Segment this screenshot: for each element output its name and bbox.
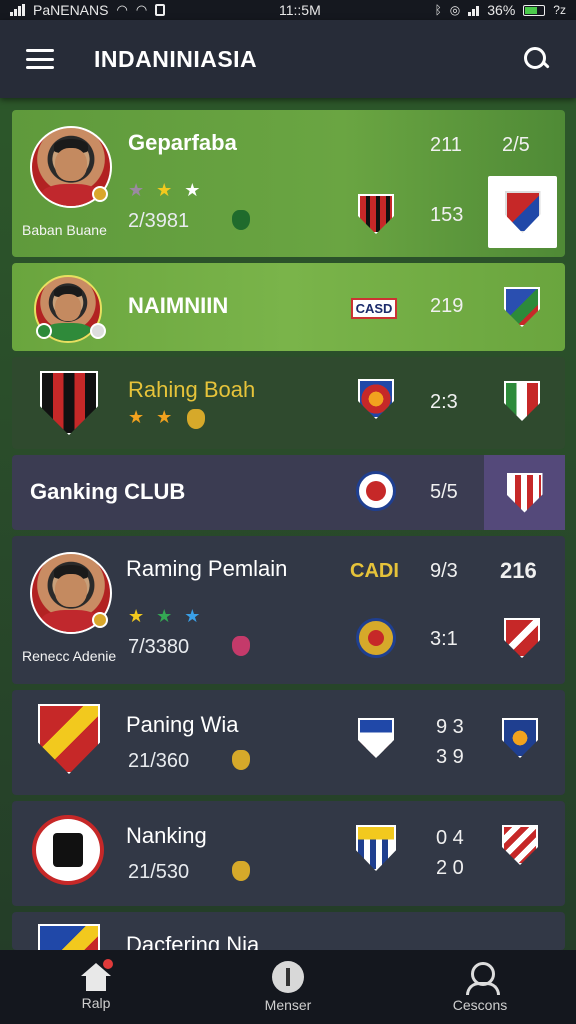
nav-profile[interactable]: Cescons <box>420 961 540 1013</box>
nav-label: Menser <box>264 997 312 1013</box>
info-icon <box>272 961 304 993</box>
person-icon <box>464 961 500 995</box>
nav-home[interactable]: Ralp <box>36 959 156 1011</box>
rank-badge-icon <box>92 186 108 202</box>
rank-badge-icon <box>92 612 108 628</box>
player-name: Raming Pemlain <box>126 556 288 581</box>
stat-value: 3 9 <box>436 746 464 768</box>
shield-icon <box>232 636 250 656</box>
club-crest-icon <box>32 815 104 885</box>
stat-value: 9/3 <box>430 560 458 582</box>
list-item[interactable]: Paning Wia 21/360 9 3 3 9 <box>12 690 565 795</box>
club-crest-icon <box>502 718 538 758</box>
stat-value: 219 <box>430 295 464 317</box>
nav-menu[interactable]: Menser <box>228 961 348 1013</box>
battery-icon <box>523 4 546 16</box>
stat-value: 9 3 <box>436 716 464 738</box>
club-crest-icon: CASD <box>350 291 398 325</box>
battery-percent: 36% <box>487 2 516 18</box>
club-tag: CADI <box>350 560 399 582</box>
club-crest-icon <box>358 194 394 234</box>
list-item[interactable]: Rahing Boah ★★ 2:3 <box>12 357 565 449</box>
status-bar: PaNENANS ◠ ◠ 11::5M ᛒ ◎ 36% ?z <box>0 0 576 20</box>
club-crest-icon <box>40 371 98 435</box>
list-item[interactable]: Dacfering Nia <box>12 912 565 950</box>
club-crest-text: CASD <box>350 297 398 319</box>
club-logo-card[interactable] <box>484 455 565 530</box>
club-crest-icon <box>504 381 540 421</box>
list-item[interactable]: NAIMNIIN CASD 219 <box>12 263 565 351</box>
stat-value: 2/5 <box>502 134 530 156</box>
shield-icon <box>232 861 250 881</box>
list-item[interactable]: Baban Buane Geparfaba ★★★ 2/3981 211 2/5… <box>12 110 565 257</box>
stat-value: 2 0 <box>436 857 464 879</box>
club-crest-icon <box>358 718 394 758</box>
player-name: Geparfaba <box>128 130 237 155</box>
rating-stars: ★★★ <box>128 180 213 200</box>
club-crest-icon <box>506 472 543 513</box>
player-caption: Baban Buane <box>22 222 107 238</box>
notification-dot <box>103 959 113 969</box>
carrier-label: PaNENANS <box>33 2 109 18</box>
nav-label: Cescons <box>452 997 508 1013</box>
stat-value: 0 4 <box>436 827 464 849</box>
stat-value: 5/5 <box>430 481 458 503</box>
stat-value: 2:3 <box>430 391 458 413</box>
signal-icon <box>10 4 25 16</box>
club-score: 21/360 <box>128 750 190 772</box>
club-crest-icon <box>38 704 100 774</box>
stat-value: 216 <box>500 558 537 583</box>
club-score: 21/530 <box>128 861 190 883</box>
sim-icon <box>155 4 166 16</box>
status-time: 11::5M <box>278 2 321 18</box>
club-crest-icon <box>38 924 100 950</box>
club-crest-icon <box>358 379 394 419</box>
club-logo-card[interactable] <box>488 176 557 248</box>
club-crest-icon <box>356 471 396 511</box>
page-title: INDANINIASIA <box>94 45 258 72</box>
wifi-icon: ◠ <box>116 2 128 17</box>
wifi-icon-2: ◠ <box>135 2 148 17</box>
club-crest-icon <box>356 618 396 658</box>
player-caption: Renecc Adenie <box>22 648 117 664</box>
list-item[interactable]: Nanking 21/530 0 4 2 0 <box>12 801 565 906</box>
club-name: Paning Wia <box>126 712 239 737</box>
player-score: 2/3981 <box>128 210 190 232</box>
player-name: NAIMNIIN <box>128 293 229 318</box>
status-extra: ?z <box>553 3 566 17</box>
stat-value: 153 <box>430 204 464 226</box>
club-crest-icon <box>504 618 540 658</box>
location-icon: ◎ <box>449 3 461 17</box>
search-icon[interactable] <box>522 45 550 73</box>
club-name: Ganking CLUB <box>30 479 186 504</box>
rank-badge-icon <box>36 323 52 339</box>
verified-badge-icon <box>90 323 106 339</box>
club-crest-icon <box>504 287 540 327</box>
player-score: 7/3380 <box>128 636 190 658</box>
menu-icon[interactable] <box>26 49 54 69</box>
rating-stars: ★★ <box>128 407 185 427</box>
club-crest-icon <box>502 825 538 865</box>
list-item[interactable]: Ganking CLUB 5/5 <box>12 455 565 530</box>
club-name: Dacfering Nia <box>126 932 260 950</box>
app-bar: INDANINIASIA <box>0 20 576 98</box>
club-name: Nanking <box>126 823 207 848</box>
shield-icon <box>232 210 250 230</box>
stat-value: 3:1 <box>430 628 458 650</box>
bluetooth-icon: ᛒ <box>434 3 442 17</box>
shield-icon <box>187 409 205 429</box>
club-crest-icon <box>504 191 541 233</box>
list-item[interactable]: Renecc Adenie Raming Pemlain ★★★ 7/3380 … <box>12 536 565 684</box>
cell-signal-icon <box>468 4 480 16</box>
bottom-nav: Ralp Menser Cescons <box>0 950 576 1024</box>
rating-stars: ★★★ <box>128 606 213 626</box>
club-name: Rahing Boah <box>128 377 256 402</box>
stat-value: 211 <box>430 134 462 156</box>
nav-label: Ralp <box>81 995 111 1011</box>
club-crest-icon <box>356 825 396 871</box>
shield-icon <box>232 750 250 770</box>
